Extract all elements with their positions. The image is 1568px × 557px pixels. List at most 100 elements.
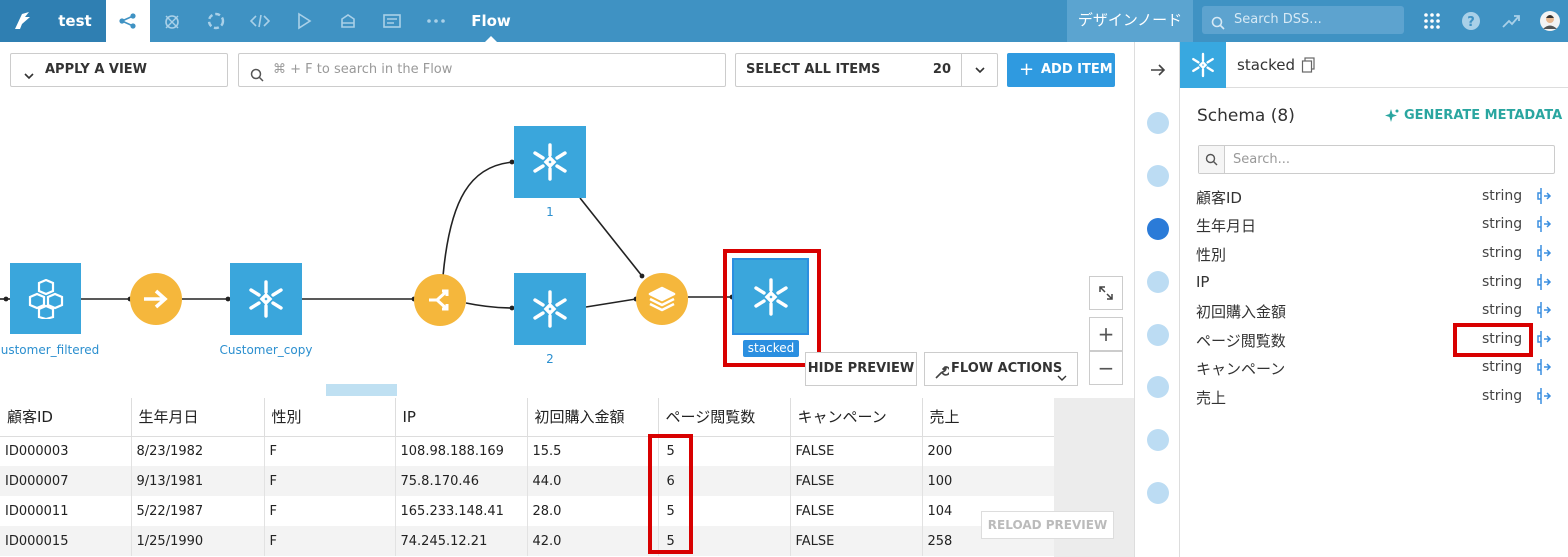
column-type[interactable]: string (1482, 302, 1522, 318)
column-type[interactable]: string (1482, 188, 1522, 204)
dataset-node-1[interactable] (514, 126, 586, 198)
select-all-items-button[interactable]: SELECT ALL ITEMS 20 (735, 53, 962, 87)
column-resize-icon[interactable] (1536, 187, 1552, 209)
schema-row[interactable]: 性別 string (1196, 240, 1558, 268)
column-name: 顧客ID (1196, 189, 1242, 207)
zoom-in-button[interactable]: + (1089, 317, 1123, 351)
node-label-customer-filtered[interactable]: ustomer_filtered (0, 343, 100, 357)
column-header[interactable]: キャンペーン (790, 398, 923, 437)
global-search-input[interactable]: Search DSS... (1202, 6, 1404, 34)
schema-title: Schema (8) (1197, 106, 1295, 126)
column-resize-icon[interactable] (1536, 387, 1552, 409)
table-cell: 1/25/1990 (131, 526, 265, 556)
project-name[interactable]: test (44, 0, 106, 42)
table-row: ID000003 8/23/1982 F 108.98.188.169 15.5… (0, 436, 1054, 466)
generate-metadata-button[interactable]: GENERATE METADATA (1384, 108, 1562, 123)
apply-view-button[interactable]: APPLY A VIEW (10, 53, 228, 87)
checks-tab-icon[interactable] (1147, 271, 1169, 293)
dashboard-nav-icon[interactable] (370, 0, 414, 42)
table-cell: 28.0 (527, 496, 659, 526)
column-header[interactable]: 売上 (922, 398, 1054, 437)
flow-nav-icon[interactable] (106, 0, 150, 42)
table-header-row: 顧客ID 生年月日 性別 IP 初回購入金額 ページ閲覧数 キャンペーン 売上 (0, 398, 1054, 437)
lab-nav-icon[interactable] (150, 0, 194, 42)
schema-row[interactable]: IP string (1196, 269, 1558, 297)
table-cell: 9/13/1981 (131, 466, 265, 496)
recipe-node-stack[interactable] (636, 273, 688, 325)
column-type[interactable]: string (1482, 274, 1522, 290)
column-type[interactable]: string (1482, 359, 1522, 375)
column-name: 売上 (1196, 389, 1227, 407)
code-nav-icon[interactable] (238, 0, 282, 42)
schema-row[interactable]: 売上 string (1196, 383, 1558, 411)
column-header[interactable]: 顧客ID (0, 398, 132, 437)
schema-search-input[interactable]: Search... (1198, 145, 1555, 174)
sparkle-icon (1384, 108, 1400, 128)
column-header[interactable]: 生年月日 (131, 398, 265, 437)
column-type[interactable]: string (1482, 216, 1522, 232)
schema-row[interactable]: 生年月日 string (1196, 211, 1558, 239)
dss-logo-icon[interactable] (0, 0, 44, 42)
column-resize-icon[interactable] (1536, 330, 1552, 352)
column-header[interactable]: IP (395, 398, 528, 437)
info-tab-icon[interactable] (1147, 165, 1169, 187)
select-dropdown-button[interactable] (961, 53, 998, 87)
column-resize-icon[interactable] (1536, 215, 1552, 237)
table-cell: ID000015 (0, 526, 132, 556)
dataset-node-customer-filtered[interactable] (10, 263, 81, 334)
node-label-2[interactable]: 2 (530, 352, 570, 366)
item-count: 20 (932, 62, 951, 77)
table-cell: ID000011 (0, 496, 132, 526)
more-nav-icon[interactable] (414, 0, 458, 42)
column-resize-icon[interactable] (1536, 244, 1552, 266)
column-header[interactable]: 初回購入金額 (527, 398, 659, 437)
fullscreen-button[interactable] (1089, 276, 1123, 310)
schema-tab-icon[interactable] (1147, 218, 1169, 240)
flow-search-input[interactable]: ⌘ + F to search in the Flow (238, 53, 726, 87)
apps-grid-icon[interactable] (1410, 0, 1454, 42)
lineage-tab-icon[interactable] (1147, 324, 1169, 346)
column-type[interactable]: string (1482, 245, 1522, 261)
column-type[interactable]: string (1482, 388, 1522, 404)
column-header[interactable]: ページ閲覧数 (658, 398, 791, 437)
help-icon[interactable]: ? (1449, 0, 1493, 42)
schema-row[interactable]: 初回購入金額 string (1196, 297, 1558, 325)
collapse-panel-icon[interactable] (1148, 62, 1168, 82)
table-cell: 8/23/1982 (131, 436, 265, 466)
panel-title: stacked (1237, 56, 1296, 74)
preview-table: 顧客ID 生年月日 性別 IP 初回購入金額 ページ閲覧数 キャンペーン 売上 … (0, 398, 1054, 557)
history-tab-icon[interactable] (1147, 376, 1169, 398)
activity-trend-icon[interactable] (1489, 0, 1533, 42)
dataset-node-2[interactable] (514, 273, 586, 345)
snowflake-icon (533, 290, 567, 328)
recipe-node-sync[interactable] (130, 273, 182, 325)
ml-nav-icon[interactable] (194, 0, 238, 42)
add-tab-icon[interactable] (1147, 112, 1169, 134)
column-header[interactable]: 性別 (264, 398, 396, 437)
preview-resize-handle[interactable] (326, 384, 397, 396)
flow-canvas[interactable]: ustomer_filtered Customer_copy 1 2 stack… (0, 100, 1134, 396)
snowflake-icon (533, 143, 567, 181)
table-cell: 165.233.148.41 (395, 496, 528, 526)
add-item-button[interactable]: + ADD ITEM (1007, 53, 1115, 87)
schema-row[interactable]: キャンペーン string (1196, 354, 1558, 382)
zoom-out-button[interactable]: − (1089, 351, 1123, 385)
node-label-1[interactable]: 1 (530, 205, 570, 219)
hide-preview-button[interactable]: HIDE PREVIEW (805, 352, 917, 386)
discussions-tab-icon[interactable] (1147, 429, 1169, 451)
dataset-node-customer-copy[interactable] (230, 263, 302, 335)
run-nav-icon[interactable] (282, 0, 326, 42)
deploy-nav-icon[interactable] (326, 0, 370, 42)
recipe-node-split[interactable] (414, 274, 466, 326)
column-resize-icon[interactable] (1536, 301, 1552, 323)
column-resize-icon[interactable] (1536, 273, 1552, 295)
node-badge[interactable]: デザインノード (1067, 0, 1193, 42)
copy-icon[interactable] (1301, 57, 1317, 77)
user-avatar[interactable] (1528, 0, 1568, 42)
schema-row[interactable]: 顧客ID string (1196, 183, 1558, 211)
flow-actions-button[interactable]: FLOW ACTIONS (924, 352, 1078, 386)
column-resize-icon[interactable] (1536, 358, 1552, 380)
node-label-customer-copy[interactable]: Customer_copy (216, 343, 316, 357)
reload-preview-button[interactable]: RELOAD PREVIEW (981, 511, 1114, 539)
ai-tab-icon[interactable] (1147, 482, 1169, 504)
